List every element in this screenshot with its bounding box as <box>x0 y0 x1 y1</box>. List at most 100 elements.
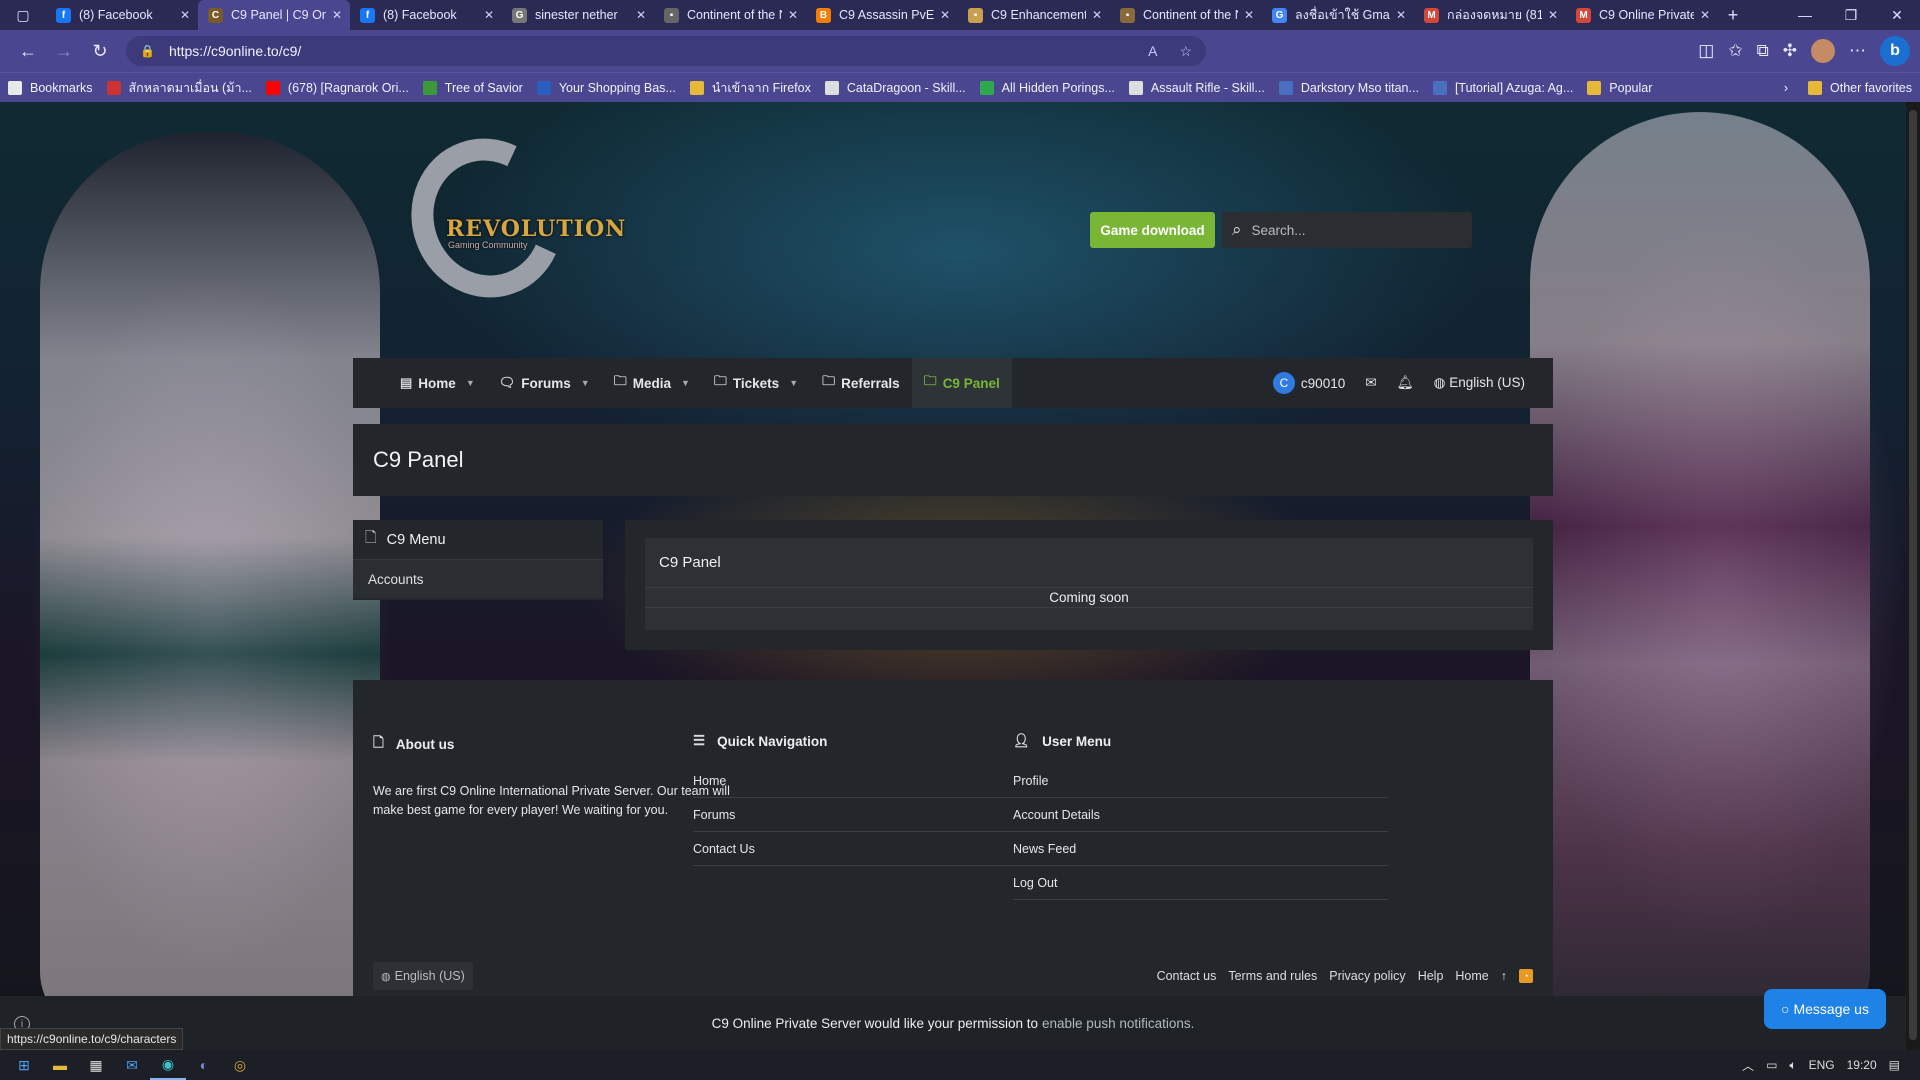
bookmark-item[interactable]: Darkstory Mso titan... <box>1278 80 1419 95</box>
close-tab-icon[interactable]: ✕ <box>180 8 190 22</box>
tray-overflow-icon[interactable]: ︿ <box>1742 1057 1754 1074</box>
lock-icon[interactable]: 🔒 <box>140 44 155 58</box>
nav-home[interactable]: ▤ Home ▼ <box>388 358 487 408</box>
refresh-icon[interactable]: ↻ <box>82 35 118 67</box>
enable-push-link[interactable]: enable push notifications. <box>1042 1016 1194 1031</box>
bookmark-item[interactable]: All Hidden Porings... <box>979 80 1115 95</box>
input-language[interactable]: ENG <box>1809 1058 1835 1072</box>
close-tab-icon[interactable]: ✕ <box>788 8 798 22</box>
nav-forums[interactable]: 🗨︎ Forums ▼ <box>487 358 602 408</box>
close-tab-icon[interactable]: ✕ <box>1700 8 1710 22</box>
restore-icon[interactable]: ❐ <box>1828 0 1874 30</box>
read-aloud-icon[interactable]: A <box>1148 43 1157 60</box>
store-icon[interactable]: ▦ <box>78 1050 114 1080</box>
mail-icon[interactable]: ✉ <box>114 1050 150 1080</box>
bing-copilot-icon[interactable]: b <box>1880 36 1910 66</box>
volume-icon[interactable]: 🔈︎ <box>1789 1058 1796 1073</box>
nav-referrals[interactable]: 🗀 Referrals <box>810 358 912 408</box>
collections-icon[interactable]: ⧉ <box>1757 41 1769 61</box>
bookmark-item[interactable]: Bookmarks <box>8 80 93 95</box>
nav-c9-panel[interactable]: 🗀 C9 Panel <box>911 358 1012 408</box>
site-logo[interactable]: REVOLUTION Gaming Community <box>389 117 625 319</box>
close-tab-icon[interactable]: ✕ <box>1396 8 1406 22</box>
footer-link[interactable]: Profile <box>1013 764 1388 798</box>
alerts-bell-icon[interactable]: 🔔︎ <box>1397 375 1414 391</box>
browser-tab[interactable]: C C9 Panel | C9 Online ✕ <box>198 0 350 30</box>
rss-icon[interactable]: ◔ <box>1519 969 1533 983</box>
close-tab-icon[interactable]: ✕ <box>636 8 646 22</box>
favorite-star-icon[interactable]: ☆ <box>1179 43 1192 60</box>
bookmark-item[interactable]: Popular <box>1587 80 1652 95</box>
footer-link[interactable]: News Feed <box>1013 832 1388 866</box>
edge-icon[interactable]: ◉ <box>150 1050 186 1080</box>
discord-icon[interactable]: ◐ <box>186 1050 222 1080</box>
close-tab-icon[interactable]: ✕ <box>332 8 342 22</box>
footer-link[interactable]: Forums <box>693 798 1068 832</box>
minimize-icon[interactable]: — <box>1782 0 1828 30</box>
close-tab-icon[interactable]: ✕ <box>940 8 950 22</box>
browser-tab[interactable]: Gsinester nether ✕ <box>502 0 654 30</box>
close-window-icon[interactable]: ✕ <box>1874 0 1920 30</box>
user-account[interactable]: C c90010 <box>1272 372 1345 394</box>
footer-bottom-link[interactable]: Terms and rules <box>1228 969 1317 983</box>
footer-bottom-link[interactable]: Help <box>1418 969 1444 983</box>
search-input[interactable]: ⌕ Search... <box>1222 212 1472 248</box>
network-icon[interactable]: ▭ <box>1766 1058 1777 1072</box>
more-menu-icon[interactable]: ⋯ <box>1849 41 1866 61</box>
scrollbar-thumb[interactable] <box>1909 110 1917 1040</box>
bookmark-item[interactable]: สักหลาดมาเมื่อน (ม้า... <box>106 78 252 98</box>
bookmark-item[interactable]: CataDragoon - Skill... <box>824 80 966 95</box>
close-tab-icon[interactable]: ✕ <box>1092 8 1102 22</box>
browser-tab[interactable]: G ลงชื่อเข้าใช้ Gmail ✕ <box>1262 0 1414 30</box>
browser-tab[interactable]: ▪ Continent of the Ninth ✕ <box>1110 0 1262 30</box>
caret-down-icon[interactable]: ▼ <box>681 378 690 388</box>
footer-link[interactable]: Account Details <box>1013 798 1388 832</box>
bookmark-item[interactable]: [Tutorial] Azuga: Ag... <box>1432 80 1573 95</box>
footer-bottom-link[interactable]: Privacy policy <box>1329 969 1405 983</box>
footer-link[interactable]: Home <box>693 764 1068 798</box>
bookmark-item[interactable]: (678) [Ragnarok Ori... <box>265 80 409 95</box>
footer-link[interactable]: Log Out <box>1013 866 1388 900</box>
back-to-top-icon[interactable]: ↑ <box>1501 969 1507 983</box>
footer-link[interactable]: Contact Us <box>693 832 1068 866</box>
browser-tab[interactable]: f (8) Facebook ✕ <box>350 0 502 30</box>
bookmark-item[interactable]: นำเข้าจาก Firefox <box>689 78 811 98</box>
forward-icon[interactable]: → <box>46 35 82 67</box>
caret-down-icon[interactable]: ▼ <box>466 378 475 388</box>
browser-tab[interactable]: f (8) Facebook ✕ <box>46 0 198 30</box>
browser-tab[interactable]: B C9 Assassin PvE ✕ <box>806 0 958 30</box>
start-icon[interactable]: ⊞ <box>6 1050 42 1080</box>
browser-tab[interactable]: M C9 Online Private ✕ <box>1566 0 1718 30</box>
close-tab-icon[interactable]: ✕ <box>1244 8 1254 22</box>
inbox-icon[interactable]: ✉ <box>1365 375 1376 391</box>
split-screen-icon[interactable]: ◫ <box>1698 41 1714 61</box>
page-scrollbar[interactable] <box>1906 102 1920 1050</box>
browser-tab[interactable]: ▪ Continent of the Ninth ✕ <box>654 0 806 30</box>
notifications-icon[interactable]: ▤ <box>1889 1058 1900 1072</box>
clock[interactable]: 19:20 <box>1847 1058 1877 1072</box>
other-favorites[interactable]: Other favorites <box>1808 80 1912 95</box>
caret-down-icon[interactable]: ▼ <box>581 378 590 388</box>
back-icon[interactable]: ← <box>10 35 46 67</box>
footer-bottom-link[interactable]: Contact us <box>1157 969 1217 983</box>
file-explorer-icon[interactable]: ▬ <box>42 1050 78 1080</box>
browser-tab[interactable]: M กล่องจดหมาย (81) ✕ <box>1414 0 1566 30</box>
profile-avatar[interactable] <box>1811 39 1835 63</box>
bookmark-item[interactable]: Assault Rifle - Skill... <box>1128 80 1265 95</box>
extensions-icon[interactable]: ✣ <box>1783 41 1797 61</box>
tab-actions-icon[interactable]: ▢ <box>0 0 46 30</box>
message-us-button[interactable]: ○ Message us <box>1764 989 1886 1029</box>
favorites-icon[interactable]: ✩ <box>1728 41 1742 61</box>
close-tab-icon[interactable]: ✕ <box>1548 8 1558 22</box>
caret-down-icon[interactable]: ▼ <box>789 378 798 388</box>
new-tab-button[interactable]: + <box>1718 0 1748 30</box>
bookmark-item[interactable]: Your Shopping Bas... <box>536 80 676 95</box>
nav-tickets[interactable]: 🗀 Tickets ▼ <box>702 358 810 408</box>
bookmark-item[interactable]: Tree of Savior <box>422 80 523 95</box>
sidebar-item-accounts[interactable]: Accounts <box>353 560 603 598</box>
language-selector[interactable]: ◍ English (US) <box>1434 375 1525 391</box>
close-tab-icon[interactable]: ✕ <box>484 8 494 22</box>
nav-media[interactable]: 🗀 Media ▼ <box>602 358 702 408</box>
game-download-button[interactable]: Game download <box>1090 212 1215 248</box>
footer-language-selector[interactable]: ◍ English (US) <box>373 962 473 990</box>
